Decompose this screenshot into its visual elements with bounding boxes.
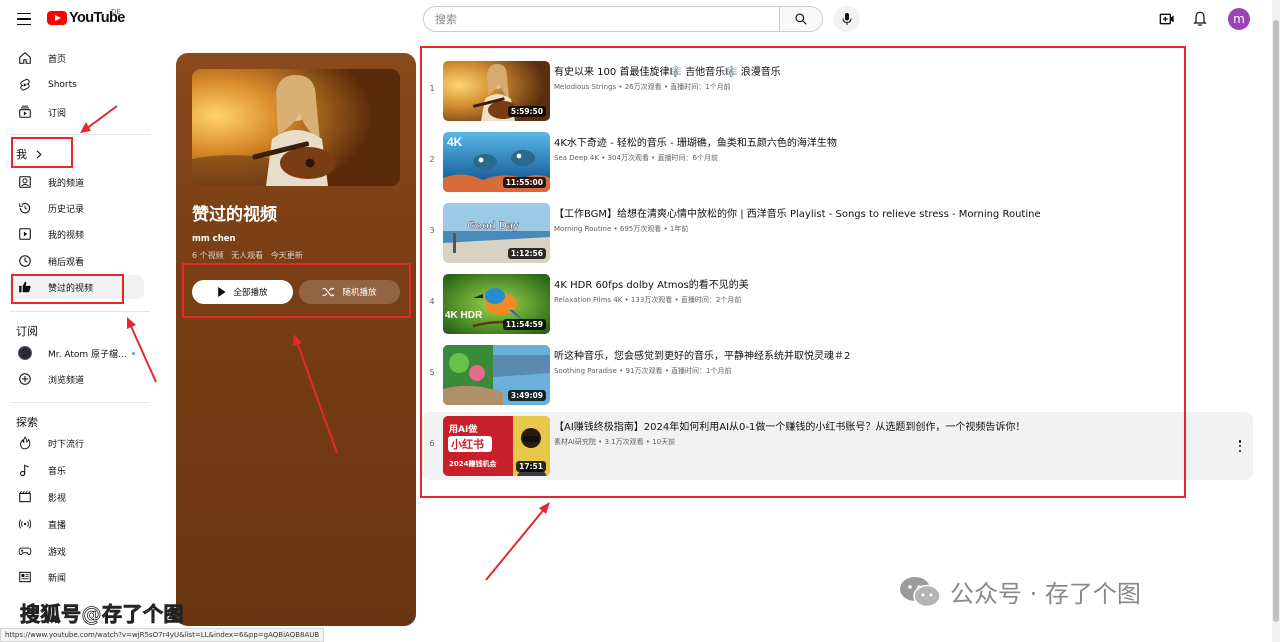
trending-icon bbox=[16, 434, 34, 452]
sidebar-label: 音乐 bbox=[48, 466, 67, 477]
sidebar-label: 历史记录 bbox=[48, 204, 85, 215]
annotation-box-buttons bbox=[182, 263, 411, 318]
status-url-bar: https://www.youtube.com/watch?v=wjR5sO7r… bbox=[0, 628, 325, 642]
playlist-owner[interactable]: mm chen bbox=[192, 234, 236, 244]
home-icon bbox=[16, 49, 34, 67]
menu-icon[interactable] bbox=[14, 9, 34, 29]
create-video-icon bbox=[1159, 13, 1174, 25]
annotation-box-you bbox=[11, 137, 73, 168]
playlist-meta: 6 个视频 无人观看 今天更新 bbox=[192, 250, 308, 261]
view-count: 无人观看 bbox=[231, 251, 264, 260]
divider bbox=[10, 402, 150, 403]
sidebar-item-browse-channels[interactable]: 浏览频道 bbox=[10, 367, 144, 391]
annotation-box-liked bbox=[11, 274, 124, 304]
sidebar-item-your-videos[interactable]: 我的视频 bbox=[10, 222, 144, 246]
section-title-explore: 探索 bbox=[16, 416, 38, 429]
sidebar-label: 新闻 bbox=[48, 573, 67, 584]
microphone-icon bbox=[842, 13, 851, 25]
playlist-title: 赞过的视频 bbox=[192, 205, 277, 225]
music-icon bbox=[16, 461, 34, 479]
playlist-header-panel: 赞过的视频 mm chen 6 个视频 无人观看 今天更新 全部播放 随机播放 bbox=[176, 53, 416, 626]
sidebar-label: 首页 bbox=[48, 54, 67, 65]
video-count: 6 个视频 bbox=[192, 251, 224, 260]
create-button[interactable] bbox=[1158, 10, 1176, 28]
sidebar-label: 时下流行 bbox=[48, 439, 85, 450]
watermark-right-text: 公众号 · 存了个图 bbox=[950, 580, 1141, 608]
more-actions-icon[interactable] bbox=[1235, 440, 1245, 452]
section-title-subscriptions: 订阅 bbox=[16, 325, 38, 338]
sidebar-label: 浏览频道 bbox=[48, 375, 85, 386]
history-icon bbox=[16, 199, 34, 217]
annotation-box-video-list bbox=[420, 46, 1186, 498]
sidebar-label: 订阅 bbox=[48, 108, 67, 119]
sidebar-label: 游戏 bbox=[48, 547, 67, 558]
gaming-icon bbox=[16, 542, 34, 560]
sidebar-item-music[interactable]: 音乐 bbox=[10, 458, 144, 482]
sidebar-label: 影视 bbox=[48, 493, 67, 504]
watermark-left: 搜狐号@存了个图 bbox=[20, 602, 184, 627]
region-code: DE bbox=[111, 8, 121, 16]
wechat-icon bbox=[900, 576, 941, 607]
top-bar: YouTube DE 搜索 m bbox=[0, 0, 1280, 38]
watch-later-icon bbox=[16, 252, 34, 270]
search-input[interactable]: 搜索 bbox=[423, 6, 781, 32]
youtube-play-icon bbox=[47, 11, 67, 25]
sidebar-label: Mr. Atom 原子檔... bbox=[48, 349, 127, 360]
sidebar-item-shorts[interactable]: Shorts bbox=[10, 73, 144, 97]
sidebar-item-subscriptions[interactable]: 订阅 bbox=[10, 100, 144, 124]
bell-icon bbox=[1193, 11, 1207, 26]
live-icon bbox=[16, 515, 34, 533]
sidebar-label: 稍后观看 bbox=[48, 257, 85, 268]
sidebar: 首页 Shorts 订阅 我 我的频道 历史记录 我的视频 稍后观看 赞过的视频… bbox=[0, 44, 158, 642]
sidebar-item-gaming[interactable]: 游戏 bbox=[10, 539, 144, 563]
sidebar-item-trending[interactable]: 时下流行 bbox=[10, 431, 144, 455]
search-bar: 搜索 bbox=[423, 6, 823, 32]
new-content-dot bbox=[131, 351, 135, 355]
channel-icon bbox=[16, 173, 34, 191]
sidebar-item-news[interactable]: 新闻 bbox=[10, 565, 144, 589]
sidebar-label: 直播 bbox=[48, 520, 67, 531]
news-icon bbox=[16, 568, 34, 586]
my-videos-icon bbox=[16, 225, 34, 243]
divider bbox=[10, 311, 150, 312]
sidebar-label: 我的频道 bbox=[48, 178, 85, 189]
sidebar-item-channel[interactable]: Mr. Atom 原子檔... bbox=[10, 341, 144, 365]
search-button[interactable] bbox=[780, 6, 823, 32]
add-circle-icon bbox=[16, 370, 34, 388]
sidebar-item-live[interactable]: 直播 bbox=[10, 512, 144, 536]
sidebar-item-movies[interactable]: 影视 bbox=[10, 485, 144, 509]
shorts-icon bbox=[16, 76, 34, 94]
sidebar-item-home[interactable]: 首页 bbox=[10, 46, 144, 70]
scrollbar-thumb[interactable] bbox=[1273, 20, 1279, 622]
sidebar-item-history[interactable]: 历史记录 bbox=[10, 196, 144, 220]
notifications-button[interactable] bbox=[1191, 10, 1209, 28]
search-icon bbox=[795, 13, 807, 25]
account-avatar[interactable]: m bbox=[1228, 8, 1250, 30]
subscriptions-icon bbox=[16, 103, 34, 121]
sidebar-item-watch-later[interactable]: 稍后观看 bbox=[10, 249, 144, 273]
channel-avatar bbox=[16, 344, 34, 362]
sidebar-label: 我的视频 bbox=[48, 230, 85, 241]
sidebar-item-your-channel[interactable]: 我的频道 bbox=[10, 170, 144, 194]
watermark-right: 公众号 · 存了个图 bbox=[898, 574, 1141, 609]
updated-date: 今天更新 bbox=[270, 251, 303, 260]
voice-search-button[interactable] bbox=[833, 6, 860, 32]
divider bbox=[10, 134, 150, 135]
film-icon bbox=[16, 488, 34, 506]
sidebar-label: Shorts bbox=[48, 80, 77, 90]
playlist-thumbnail[interactable] bbox=[192, 69, 400, 186]
